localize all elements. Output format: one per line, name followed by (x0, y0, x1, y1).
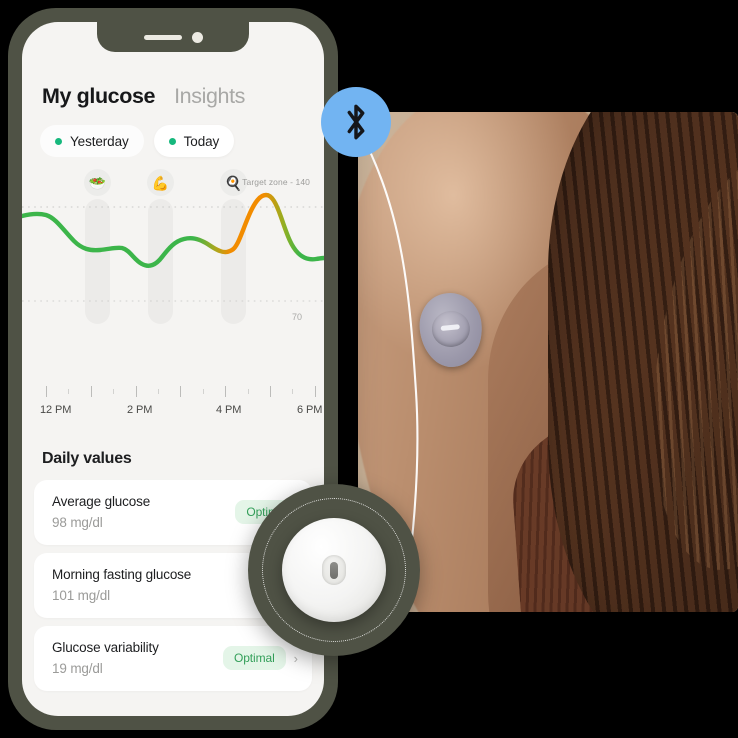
axis-tick (90, 386, 92, 397)
chart-x-axis: 12 PM 2 PM 4 PM 6 PM (22, 386, 324, 432)
tab-insights[interactable]: Insights (174, 84, 245, 109)
axis-tick (113, 389, 115, 394)
list-item[interactable]: Glucose variability 19 mg/dl Optimal › (34, 626, 312, 691)
chevron-right-icon[interactable]: › (294, 651, 298, 666)
axis-tick (180, 386, 182, 397)
bluetooth-badge[interactable] (321, 87, 391, 157)
axis-label-6pm: 6 PM (297, 404, 323, 416)
axis-label-12pm: 12 PM (40, 404, 72, 416)
axis-tick (46, 386, 47, 397)
sensor-magnifier (248, 484, 420, 656)
day-filter-chips: Yesterday Today (22, 109, 324, 157)
cgm-patch-slot (440, 324, 460, 332)
axis-tick (202, 389, 204, 394)
axis-tick (292, 389, 294, 394)
axis-label-4pm: 4 PM (216, 404, 242, 416)
chip-today[interactable]: Today (153, 125, 235, 157)
target-zone-label: Target zone - 140 (242, 177, 310, 187)
chip-today-label: Today (183, 133, 220, 149)
axis-ticks (22, 386, 324, 400)
axis-labels: 12 PM 2 PM 4 PM 6 PM (22, 404, 324, 422)
chip-yesterday-label: Yesterday (70, 133, 129, 149)
chip-yesterday[interactable]: Yesterday (40, 125, 144, 157)
legend-dot-icon (168, 137, 176, 145)
axis-tick (247, 389, 249, 394)
chart-svg (22, 192, 324, 302)
axis-tick (135, 386, 137, 397)
legend-dot-icon (55, 137, 62, 145)
phone-speaker (143, 34, 182, 40)
sensor-center-slot (322, 555, 346, 585)
phone-notch (97, 22, 249, 52)
row-name: Glucose variability (52, 640, 159, 655)
row-value: 101 mg/dl (52, 588, 110, 603)
status-badge: Optimal (223, 646, 286, 670)
low-threshold-label: 70 (291, 312, 302, 322)
axis-tick (158, 389, 159, 394)
axis-label-2pm: 2 PM (127, 404, 153, 416)
glucose-chart[interactable]: 🥗 💪 🍳 Target zone - 140 70 (22, 169, 324, 384)
cgm-sensor-puck (282, 518, 386, 622)
row-value: 98 mg/dl (52, 515, 103, 530)
axis-tick (68, 389, 70, 394)
axis-tick (225, 386, 227, 397)
daily-values-title: Daily values (42, 450, 132, 467)
tab-my-glucose[interactable]: My glucose (42, 84, 155, 109)
axis-tick (314, 386, 316, 397)
row-name: Morning fasting glucose (52, 567, 192, 582)
lifestyle-photo (358, 112, 738, 612)
glucose-line (22, 192, 324, 268)
cgm-patch-puck (430, 309, 472, 349)
row-name: Average glucose (52, 494, 151, 509)
row-value: 19 mg/dl (52, 661, 103, 676)
promo-stage: My glucose Insights Yesterday Today � (0, 0, 738, 738)
axis-tick (270, 386, 271, 397)
bluetooth-icon (347, 104, 365, 140)
phone-camera-icon (191, 31, 203, 43)
